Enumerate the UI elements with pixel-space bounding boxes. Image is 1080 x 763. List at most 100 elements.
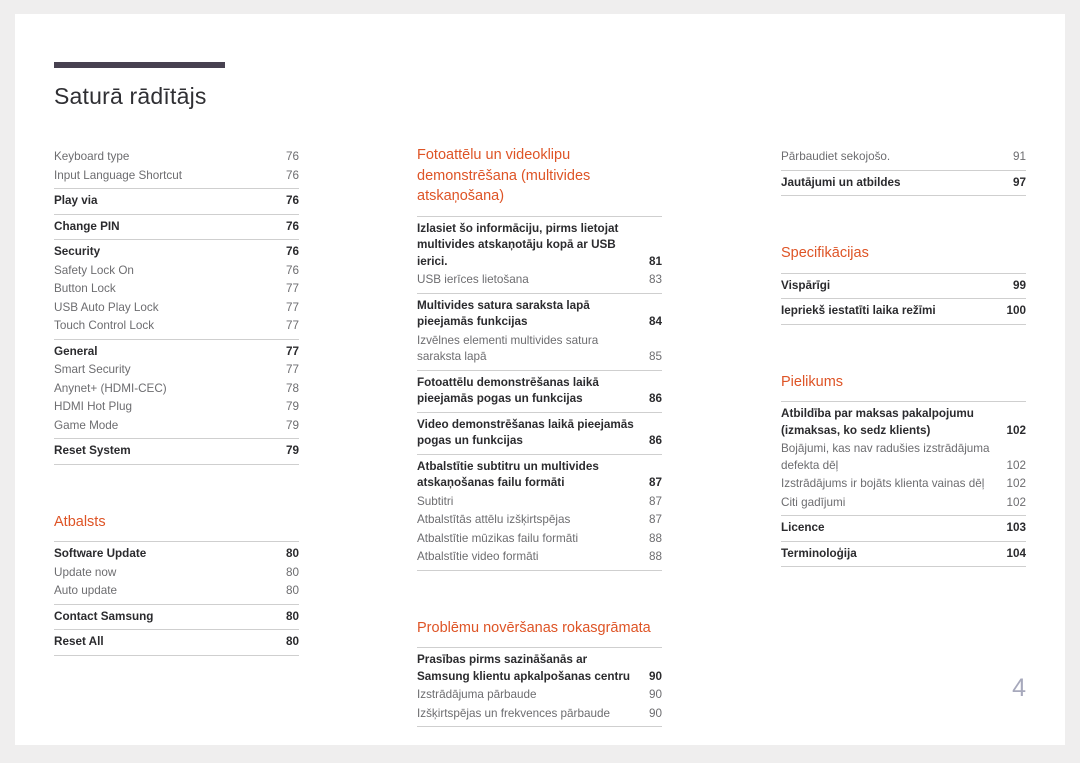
toc-entry-page: 87 bbox=[648, 513, 662, 526]
toc-entry-label: USB ierīces lietošana bbox=[417, 273, 529, 286]
toc-entry[interactable]: Reset All 80 bbox=[54, 633, 299, 652]
toc-group: Iepriekš iestatīti laika režīmi 100 bbox=[781, 298, 1026, 325]
toc-entry[interactable]: Vispārīgi 99 bbox=[781, 277, 1026, 296]
section-heading: Specifikācijas bbox=[781, 245, 869, 261]
toc-entry[interactable]: Input Language Shortcut 76 bbox=[54, 167, 299, 186]
document-page: Saturā rādītājs Keyboard type 76 Input Lan… bbox=[15, 14, 1065, 745]
toc-entry[interactable]: Auto update 80 bbox=[54, 582, 299, 601]
toc-entry[interactable]: Citi gadījumi 102 bbox=[781, 494, 1026, 513]
toc-entry[interactable]: Iepriekš iestatīti laika režīmi 100 bbox=[781, 302, 1026, 321]
toc-entry-label: Input Language Shortcut bbox=[54, 168, 183, 182]
toc-entry[interactable]: Update now 80 bbox=[54, 564, 299, 583]
toc-group: Play via 76 bbox=[54, 188, 299, 214]
toc-entry[interactable]: Izlasiet šo informāciju, pirms lietojat … bbox=[417, 220, 662, 272]
toc-entry-label: Auto update bbox=[54, 584, 118, 597]
toc-entry-label: Licence bbox=[781, 521, 825, 534]
toc-entry-page: 102 bbox=[1006, 423, 1026, 437]
toc-entry-page: 87 bbox=[648, 476, 662, 489]
toc-entry-label: Bojājumi, kas nav radušies izstrādājuma … bbox=[781, 442, 990, 472]
toc-entry[interactable]: Contact Samsung 80 bbox=[54, 608, 299, 627]
toc-entry-label: Iepriekš iestatīti laika režīmi bbox=[781, 304, 936, 317]
toc-entry[interactable]: General 77 bbox=[54, 343, 299, 362]
toc-entry-label: Prasības pirms sazināšanās ar Samsung kl… bbox=[417, 653, 631, 683]
toc-group: Licence 103 bbox=[781, 515, 1026, 541]
toc-entry-page: 77 bbox=[285, 300, 299, 314]
toc-entry[interactable]: Smart Security 77 bbox=[54, 361, 299, 380]
toc-entry-page: 77 bbox=[285, 319, 299, 332]
toc-entry[interactable]: Button Lock 77 bbox=[54, 280, 299, 299]
page-title: Saturā rādītājs bbox=[54, 83, 207, 109]
toc-entry[interactable]: Play via 76 bbox=[54, 192, 299, 211]
toc-entry-page: 78 bbox=[285, 381, 299, 395]
toc-entry[interactable]: Izvēlnes elementi multivides satura sara… bbox=[417, 332, 662, 367]
toc-entry[interactable]: Atbalstītie subtitru un multivides atska… bbox=[417, 458, 662, 493]
toc-entry[interactable]: Izstrādājuma pārbaude 90 bbox=[417, 686, 662, 705]
toc-entry[interactable]: Software Update 80 bbox=[54, 545, 299, 564]
toc-entry[interactable]: Izšķirtspējas un frekvences pārbaude 90 bbox=[417, 705, 662, 724]
column-middle: Fotoattēlu un videoklipu demonstrēšana (… bbox=[417, 145, 662, 727]
section-heading: Problēmu novēršanas rokasgrāmata bbox=[417, 619, 651, 636]
toc-entry[interactable]: Security 76 bbox=[54, 243, 299, 262]
toc-group: Reset All 80 bbox=[54, 629, 299, 656]
toc-entry[interactable]: USB ierīces lietošana 83 bbox=[417, 271, 662, 290]
toc-entry[interactable]: Izstrādājums ir bojāts klienta vainas dē… bbox=[781, 475, 1026, 494]
toc-entry[interactable]: Prasības pirms sazināšanās ar Samsung kl… bbox=[417, 651, 662, 686]
toc-entry-page: 77 bbox=[285, 363, 299, 376]
toc-group: General 77 Smart Security 77 Anynet+ (HDMI-C… bbox=[54, 338, 299, 439]
toc-entry-page: 80 bbox=[285, 584, 299, 597]
toc-entry[interactable]: Licence 103 bbox=[781, 519, 1026, 538]
toc-entry[interactable]: Subtitri 87 bbox=[417, 493, 662, 512]
toc-entry-page: 76 bbox=[285, 245, 299, 258]
toc-entry-label: Izstrādājuma pārbaude bbox=[417, 688, 537, 701]
toc-entry[interactable]: Atbalstītie mūzikas failu formāti 88 bbox=[417, 530, 662, 549]
toc-entry-label: Video demonstrēšanas laikā pieejamās pog… bbox=[417, 417, 634, 448]
toc-entry-page: 76 bbox=[285, 168, 299, 182]
toc-group: Reset System 79 bbox=[54, 438, 299, 465]
toc-entry-page: 90 bbox=[648, 706, 662, 720]
toc-entry[interactable]: Jautājumi un atbildes 97 bbox=[781, 174, 1026, 193]
toc-entry-page: 77 bbox=[285, 282, 299, 295]
toc-entry-label: HDMI Hot Plug bbox=[54, 400, 132, 413]
toc-entry[interactable]: Change PIN 76 bbox=[54, 218, 299, 237]
toc-entry[interactable]: Fotoattēlu demonstrēšanas laikā pieejamā… bbox=[417, 374, 662, 409]
toc-entry-label: Atbalstītie mūzikas failu formāti bbox=[417, 531, 579, 545]
toc-entry-label: Touch Control Lock bbox=[54, 319, 155, 332]
toc-entry[interactable]: Keyboard type 76 bbox=[54, 148, 299, 167]
toc-entry[interactable]: Pārbaudiet sekojošo. 91 bbox=[781, 148, 1026, 167]
toc-entry-page: 86 bbox=[648, 392, 662, 405]
toc-entry[interactable]: Touch Control Lock 77 bbox=[54, 317, 299, 336]
toc-entry-label: Pārbaudiet sekojošo. bbox=[781, 150, 891, 163]
toc-entry-page: 102 bbox=[1006, 458, 1026, 472]
toc-entry[interactable]: Safety Lock On 76 bbox=[54, 262, 299, 281]
toc-entry[interactable]: Reset System 79 bbox=[54, 442, 299, 461]
toc-group: Video demonstrēšanas laikā pieejamās pog… bbox=[417, 411, 662, 454]
toc-entry-label: Jautājumi un atbildes bbox=[781, 175, 901, 189]
toc-group: Contact Samsung 80 bbox=[54, 603, 299, 630]
toc-entry[interactable]: Bojājumi, kas nav radušies izstrādājuma … bbox=[781, 440, 1026, 475]
toc-entry-label: Atbildība par maksas pakalpojumu (izmaks… bbox=[781, 407, 974, 437]
toc-entry[interactable]: Atbildība par maksas pakalpojumu (izmaks… bbox=[781, 405, 1026, 440]
toc-entry-label: Fotoattēlu demonstrēšanas laikā pieejamā… bbox=[417, 375, 599, 406]
toc-group: Terminoloģija 104 bbox=[781, 540, 1026, 567]
toc-entry[interactable]: Anynet+ (HDMI-CEC) 78 bbox=[54, 380, 299, 399]
page-title-block: Saturā rādītājs bbox=[54, 62, 225, 110]
toc-entry[interactable]: Atbalstītās attēlu izšķirtspējas 87 bbox=[417, 511, 662, 530]
toc-entry[interactable]: Multivides satura saraksta lapā pieejamā… bbox=[417, 297, 662, 332]
toc-entry-page: 99 bbox=[1012, 278, 1026, 292]
toc-entry[interactable]: Video demonstrēšanas laikā pieejamās pog… bbox=[417, 416, 662, 451]
toc-group: Atbildība par maksas pakalpojumu (izmaks… bbox=[781, 401, 1026, 515]
toc-entry[interactable]: Atbalstītie video formāti 88 bbox=[417, 548, 662, 567]
toc-entry-page: 81 bbox=[648, 254, 662, 268]
toc-entry-page: 90 bbox=[648, 669, 662, 683]
toc-entry-page: 79 bbox=[285, 444, 299, 457]
toc-entry-page: 102 bbox=[1006, 477, 1026, 490]
toc-entry[interactable]: USB Auto Play Lock 77 bbox=[54, 299, 299, 318]
toc-entry[interactable]: HDMI Hot Plug 79 bbox=[54, 398, 299, 417]
toc-entry-page: 88 bbox=[648, 531, 662, 545]
toc-entry-label: Terminoloģija bbox=[781, 546, 857, 560]
toc-entry[interactable]: Game Mode 79 bbox=[54, 417, 299, 436]
toc-entry-label: Play via bbox=[54, 194, 98, 207]
toc-entry[interactable]: Terminoloģija 104 bbox=[781, 545, 1026, 564]
toc-group: Fotoattēlu demonstrēšanas laikā pieejamā… bbox=[417, 369, 662, 412]
toc-entry-page: 85 bbox=[648, 350, 662, 363]
